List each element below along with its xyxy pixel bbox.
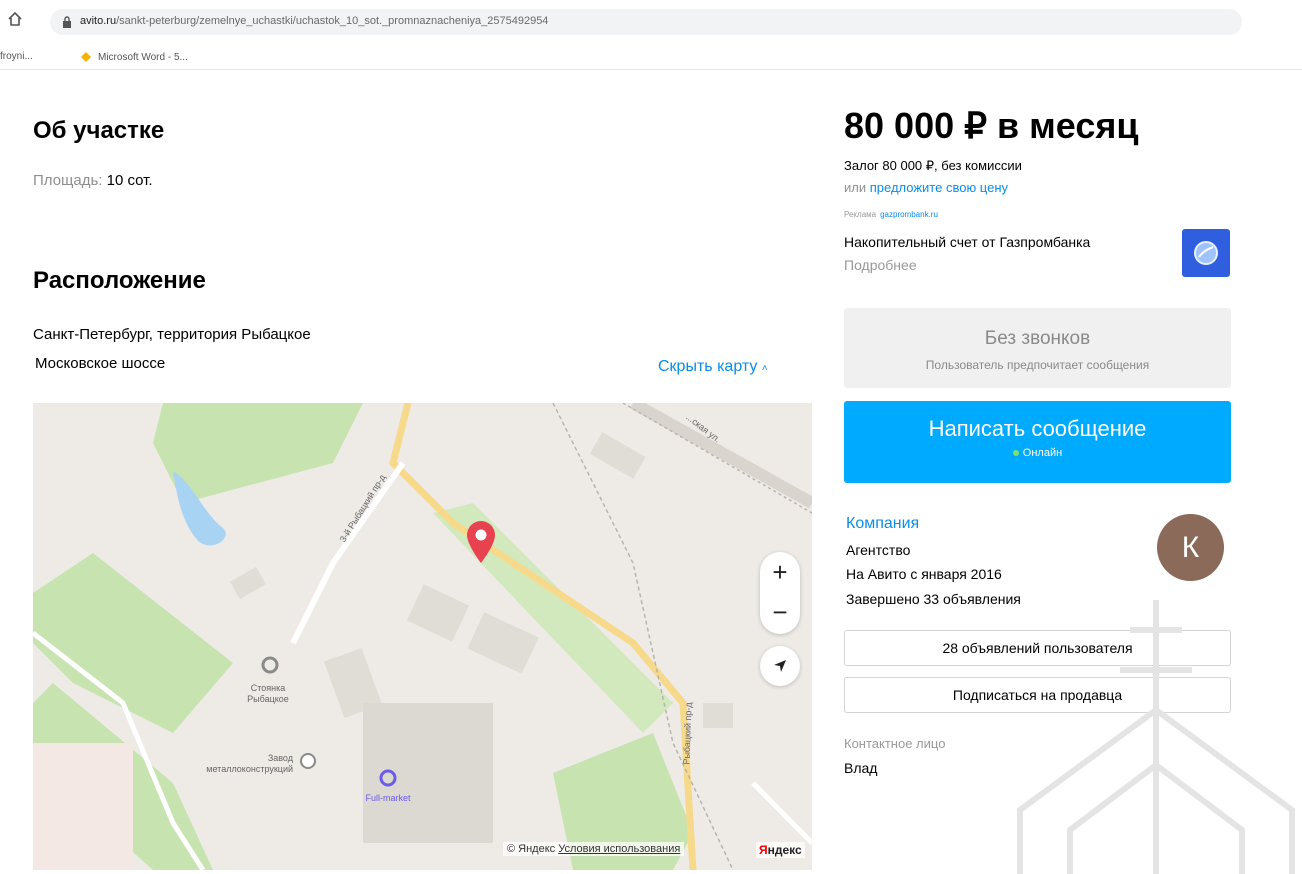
ad-label: Реклама gazprombank.ru <box>844 210 938 219</box>
bookmarks-bar: froyni... Microsoft Word - 5... <box>0 44 1302 70</box>
navigation-arrow-icon <box>774 660 786 672</box>
no-calls-title: Без звонков <box>984 328 1091 349</box>
url-text: avito.ru/sankt-peterburg/zemelnye_uchast… <box>80 15 549 27</box>
ad-label-text: Реклама <box>844 210 877 219</box>
gazprombank-logo-icon[interactable] <box>1182 229 1230 277</box>
home-icon[interactable] <box>6 10 24 28</box>
ad-title[interactable]: Накопительный счет от Газпромбанка <box>844 234 1090 250</box>
no-calls-panel: Без звонков Пользователь предпочитает со… <box>844 308 1231 388</box>
zoom-out-button[interactable]: − <box>760 592 800 632</box>
geolocation-button[interactable] <box>760 646 800 686</box>
contact-person-label: Контактное лицо <box>844 736 946 751</box>
map-label-market: Full-market <box>365 793 411 803</box>
bookmark-icon <box>81 52 91 62</box>
seller-completed: Завершено 33 объявления <box>846 591 1021 607</box>
contact-person-name: Влад <box>844 760 878 776</box>
yandex-logo[interactable]: Яндекс <box>756 842 805 858</box>
online-status: Онлайн <box>844 447 1231 459</box>
about-title: Об участке <box>33 117 165 144</box>
write-message-button[interactable]: Написать сообщение Онлайн <box>844 401 1231 483</box>
hide-map-label: Скрыть карту <box>658 358 758 375</box>
map-label-parking: Стоянка Рыбацкое <box>247 683 289 704</box>
browser-address-bar: avito.ru/sankt-peterburg/zemelnye_uchast… <box>0 0 1302 44</box>
yandex-logo-first: Я <box>759 843 768 857</box>
avatar[interactable]: К <box>1157 514 1224 581</box>
hide-map-link[interactable]: Скрыть карту ˄ <box>658 358 768 376</box>
map-copyright: © Яндекс Условия использования <box>503 842 685 856</box>
address-line-2: Московское шоссе <box>35 355 166 372</box>
bank-emblem-icon <box>1194 241 1218 265</box>
write-message-label: Написать сообщение <box>928 416 1147 441</box>
ad-domain[interactable]: gazprombank.ru <box>880 210 938 219</box>
offer-prefix: или <box>844 180 867 195</box>
offer-price-link[interactable]: предложите свою цену <box>870 180 1008 195</box>
seller-type: Агентство <box>846 542 911 558</box>
deposit-info: Залог 80 000 ₽, без комиссии <box>844 158 1022 173</box>
map-copyright-label: © Яндекс <box>507 843 556 855</box>
zoom-control: + − <box>760 552 800 634</box>
area-line: Площадь: 10 сот. <box>33 172 153 189</box>
yandex-logo-rest: ндекс <box>767 843 802 857</box>
lock-icon <box>63 16 71 28</box>
bookmark-item[interactable]: Microsoft Word - 5... <box>80 51 188 63</box>
bookmark-label: Microsoft Word - 5... <box>98 51 188 63</box>
url-field[interactable]: avito.ru/sankt-peterburg/zemelnye_uchast… <box>50 9 1242 35</box>
online-label: Онлайн <box>1022 447 1063 459</box>
address-line-1: Санкт-Петербург, территория Рыбацкое <box>33 326 311 343</box>
seller-since: На Авито с января 2016 <box>846 566 1002 582</box>
no-calls-subtitle: Пользователь предпочитает сообщения <box>925 358 1150 372</box>
area-value: 10 сот. <box>106 172 153 189</box>
map[interactable]: Стоянка Рыбацкое Завод металлоконструкци… <box>33 403 812 870</box>
chevron-up-icon: ˄ <box>761 363 768 374</box>
location-pin-icon <box>467 521 495 563</box>
seller-name-link[interactable]: Компания <box>846 515 919 533</box>
price: 80 000 ₽ в месяц <box>844 105 1139 146</box>
zoom-in-button[interactable]: + <box>760 552 800 592</box>
bookmark-item[interactable]: froyni... <box>0 51 33 62</box>
watermark-logo-icon <box>1017 600 1295 874</box>
online-dot-icon <box>1012 450 1019 457</box>
map-terms-link[interactable]: Условия использования <box>558 843 680 855</box>
location-title: Расположение <box>33 267 206 294</box>
ad-more-link[interactable]: Подробнее <box>844 257 917 273</box>
offer-line: или предложите свою цену <box>844 180 1008 195</box>
area-label: Площадь: <box>33 172 103 189</box>
map-label-factory: Завод металлоконструкций <box>206 753 293 774</box>
